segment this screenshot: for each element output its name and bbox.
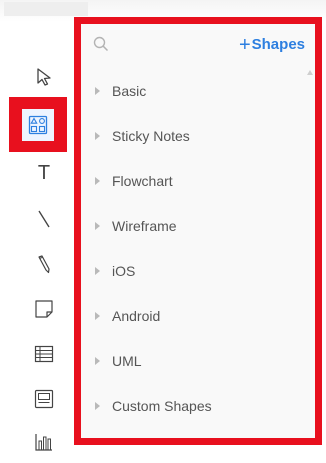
- category-label: Android: [112, 307, 161, 324]
- text-tool-icon: T: [37, 161, 51, 184]
- category-wireframe[interactable]: Wireframe: [81, 203, 315, 248]
- chart-icon: [35, 434, 52, 451]
- caret-right-icon: [95, 356, 100, 365]
- category-basic[interactable]: Basic: [81, 68, 315, 113]
- category-uml[interactable]: UML: [81, 338, 315, 383]
- left-toolbar: T: [9, 42, 72, 463]
- tool-frame[interactable]: [18, 378, 70, 420]
- category-label: Sticky Notes: [112, 127, 190, 144]
- tool-shapes[interactable]: [9, 97, 67, 152]
- pencil-icon: [38, 255, 50, 274]
- caret-right-icon: [95, 131, 100, 140]
- tool-pencil[interactable]: [18, 243, 70, 285]
- plus-icon: +: [238, 34, 251, 56]
- tool-line[interactable]: [18, 198, 70, 240]
- category-ios[interactable]: iOS: [81, 248, 315, 293]
- caret-right-icon: [95, 311, 100, 320]
- category-label: Custom Shapes: [112, 397, 212, 414]
- tool-chart[interactable]: [18, 421, 70, 463]
- category-label: UML: [112, 352, 142, 369]
- caret-right-icon: [95, 86, 100, 95]
- category-label: iOS: [112, 262, 136, 279]
- tool-select[interactable]: [18, 56, 70, 98]
- caret-right-icon: [95, 266, 100, 275]
- category-sticky-notes[interactable]: Sticky Notes: [81, 113, 315, 158]
- frame-icon: [34, 389, 54, 409]
- library-header: + Shapes: [81, 24, 315, 66]
- category-label: Basic: [112, 82, 147, 99]
- tool-shapes-inner: [22, 108, 54, 141]
- shapes-library-panel: + Shapes Basic Sticky Notes Flowchart Wi…: [74, 17, 322, 445]
- caret-right-icon: [95, 221, 100, 230]
- category-custom-shapes[interactable]: Custom Shapes: [81, 383, 315, 428]
- category-label: Flowchart: [112, 172, 173, 189]
- category-label: Wireframe: [112, 217, 177, 234]
- category-list: Basic Sticky Notes Flowchart Wireframe i…: [81, 68, 315, 428]
- cursor-arrow-icon: [37, 68, 51, 86]
- sticky-note-icon: [35, 300, 53, 318]
- tool-sticky-note[interactable]: [18, 288, 70, 330]
- category-android[interactable]: Android: [81, 293, 315, 338]
- table-icon: [34, 345, 54, 363]
- tool-text[interactable]: T: [18, 152, 70, 194]
- top-bar-remnant: [4, 2, 88, 16]
- add-shapes-button[interactable]: + Shapes: [239, 35, 305, 55]
- category-flowchart[interactable]: Flowchart: [81, 158, 315, 203]
- shapes-grid-icon: [28, 115, 48, 134]
- add-shapes-label: Shapes: [251, 36, 305, 53]
- tool-table[interactable]: [18, 333, 70, 375]
- line-tool-icon: [38, 210, 50, 228]
- search-icon[interactable]: [93, 36, 109, 57]
- caret-right-icon: [95, 401, 100, 410]
- caret-right-icon: [95, 176, 100, 185]
